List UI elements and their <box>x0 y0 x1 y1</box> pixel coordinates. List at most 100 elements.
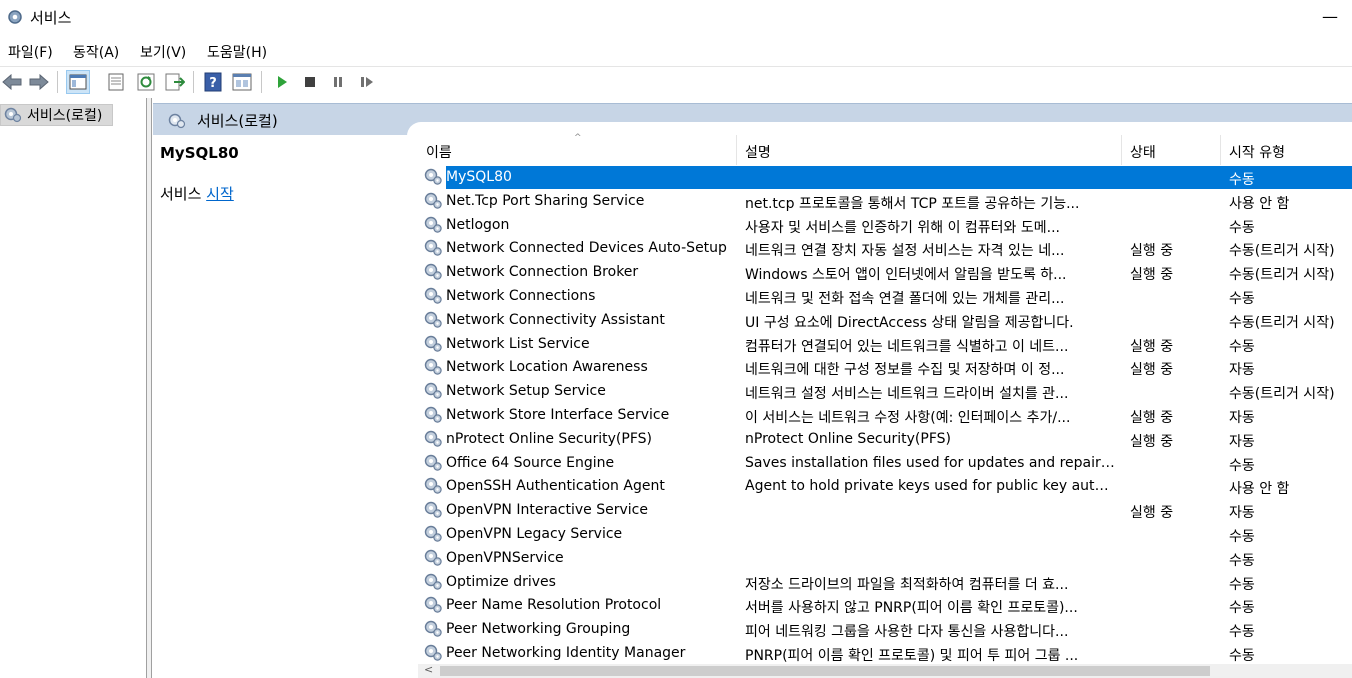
help-icon[interactable]: ? <box>201 70 225 94</box>
service-row[interactable]: OpenVPNService 수동 <box>418 547 1352 570</box>
service-startup-type: 자동 <box>1229 433 1255 450</box>
service-startup-type: 자동 <box>1229 505 1255 522</box>
show-hide-icon[interactable] <box>230 70 254 94</box>
scroll-left-icon[interactable]: < <box>424 663 433 676</box>
service-name: Peer Networking Identity Manager <box>446 645 686 661</box>
service-gear-icon <box>424 287 442 304</box>
title-bar: 서비스 — <box>0 0 1352 36</box>
properties-icon[interactable] <box>104 70 128 94</box>
service-row[interactable]: Optimize drives 저장소 드라이브의 파일을 최적화하여 컴퓨터를 … <box>418 571 1352 594</box>
stop-icon[interactable] <box>298 70 322 94</box>
service-gear-icon <box>424 192 442 209</box>
column-header-description[interactable]: 설명 <box>737 135 1122 165</box>
tree-item-services-local[interactable]: 서비스(로컬) <box>0 104 113 126</box>
service-row[interactable]: Network Location Awareness 네트워크에 대한 구성 정보… <box>418 356 1352 379</box>
pane-splitter[interactable] <box>147 98 152 678</box>
service-name: Optimize drives <box>446 573 556 590</box>
service-row[interactable]: Network Store Interface Service 이 서비스는 네트… <box>418 404 1352 427</box>
service-gear-icon <box>424 454 442 471</box>
service-row[interactable]: Net.Tcp Port Sharing Service net.tcp 프로토콜… <box>418 190 1352 213</box>
console-tree: 서비스(로컬) <box>0 98 147 678</box>
service-name: Network List Service <box>446 335 590 352</box>
service-name: Net.Tcp Port Sharing Service <box>446 192 645 209</box>
column-header-name[interactable]: 이름 ^ <box>418 133 737 165</box>
service-gear-icon <box>424 359 442 376</box>
service-row[interactable]: Office 64 Source Engine Saves installatio… <box>418 452 1352 475</box>
service-action: 서비스 시작 <box>160 183 234 204</box>
pause-icon[interactable] <box>326 70 350 94</box>
extended-tab-edge <box>407 122 1352 136</box>
scrollbar-thumb[interactable] <box>440 666 1210 676</box>
horizontal-scrollbar[interactable]: < <box>418 663 1352 678</box>
service-gear-icon <box>424 549 442 566</box>
service-gear-icon <box>424 216 442 233</box>
service-startup-type: 사용 안 함 <box>1229 481 1290 498</box>
service-row[interactable]: Peer Networking Identity Manager PNRP(피어 … <box>418 642 1352 665</box>
service-startup-type: 자동 <box>1229 362 1255 379</box>
service-description: PNRP(피어 이름 확인 프로토콜) 및 피어 투 피어 그룹 ... <box>745 648 1079 664</box>
service-row[interactable]: Network Connections 네트워크 및 전화 접속 연결 폴더에 있… <box>418 285 1352 308</box>
service-gear-icon <box>424 311 442 328</box>
service-gear-icon <box>424 406 442 423</box>
console-tree-icon[interactable] <box>66 70 90 94</box>
menu-action[interactable]: 동작(A) <box>73 42 119 62</box>
service-name: nProtect Online Security(PFS) <box>446 430 652 447</box>
service-name: Network Connectivity Assistant <box>446 311 665 328</box>
start-service-link[interactable]: 시작 <box>206 185 234 203</box>
service-row[interactable]: MySQL80 수동 <box>418 166 1352 189</box>
service-description: 네트워크 및 전화 접속 연결 폴더에 있는 개체를 관리... <box>745 291 1065 307</box>
service-row[interactable]: Network Setup Service 네트워크 설정 서비스는 네트워크 드… <box>418 380 1352 403</box>
play-icon[interactable] <box>270 70 294 94</box>
service-name: Network Location Awareness <box>446 359 648 376</box>
service-startup-type: 수동 <box>1229 648 1255 664</box>
service-row[interactable]: Network List Service 컴퓨터가 연결되어 있는 네트워크를 식… <box>418 333 1352 356</box>
service-status: 실행 중 <box>1130 338 1174 355</box>
service-row[interactable]: nProtect Online Security(PFS) nProtect On… <box>418 428 1352 451</box>
service-name: Network Connection Broker <box>446 264 639 281</box>
menu-file[interactable]: 파일(F) <box>8 42 53 62</box>
service-startup-type: 수동(트리거 시작) <box>1229 267 1335 284</box>
service-description: 네트워크 설정 서비스는 네트워크 드라이버 설치를 관... <box>745 386 1069 403</box>
service-row[interactable]: OpenVPN Legacy Service 수동 <box>418 523 1352 546</box>
service-startup-type: 수동(트리거 시작) <box>1229 243 1335 260</box>
service-description: 컴퓨터가 연결되어 있는 네트워크를 식별하고 이 네트... <box>745 338 1069 355</box>
service-description: 네트워크에 대한 구성 정보를 수집 및 저장하며 이 정... <box>745 362 1065 379</box>
service-name: Office 64 Source Engine <box>446 454 615 471</box>
service-row[interactable]: OpenSSH Authentication Agent Agent to hol… <box>418 475 1352 498</box>
service-gear-icon <box>424 240 442 257</box>
service-status: 실행 중 <box>1130 267 1174 284</box>
export-list-icon[interactable] <box>163 70 187 94</box>
menu-view[interactable]: 보기(V) <box>140 42 186 62</box>
service-startup-type: 수동 <box>1229 529 1255 545</box>
service-description: net.tcp 프로토콜을 통해서 TCP 포트를 공유하는 기능... <box>745 195 1080 212</box>
column-header-status[interactable]: 상태 <box>1122 135 1221 165</box>
service-startup-type: 수동 <box>1229 600 1255 617</box>
detail-pane: MySQL80 서비스 시작 <box>153 135 408 678</box>
service-row[interactable]: Network Connected Devices Auto-Setup 네트워크… <box>418 237 1352 260</box>
toolbar-separator <box>57 71 58 93</box>
service-row[interactable]: Network Connection Broker Windows 스토어 앱이 … <box>418 261 1352 284</box>
tree-item-label: 서비스(로컬) <box>27 108 103 124</box>
service-name: Network Setup Service <box>446 383 606 400</box>
service-row[interactable]: Network Connectivity Assistant UI 구성 요소에 … <box>418 309 1352 332</box>
service-row[interactable]: Peer Networking Grouping 피어 네트워킹 그룹을 사용한 … <box>418 618 1352 641</box>
service-gear-icon <box>424 335 442 352</box>
service-gear-icon <box>424 478 442 495</box>
service-row[interactable]: OpenVPN Interactive Service 실행 중 자동 <box>418 499 1352 522</box>
resume-icon[interactable] <box>355 70 379 94</box>
service-name: OpenVPN Interactive Service <box>446 502 648 519</box>
sort-ascending-icon: ^ <box>574 133 582 143</box>
column-header-startup-type[interactable]: 시작 유형 <box>1221 135 1352 165</box>
menu-help[interactable]: 도움말(H) <box>207 42 267 62</box>
minimize-button[interactable]: — <box>1310 0 1350 36</box>
service-startup-type: 수동 <box>1229 338 1255 355</box>
forward-arrow-icon[interactable] <box>27 70 51 94</box>
service-name: Peer Networking Grouping <box>446 621 631 638</box>
back-arrow-icon[interactable] <box>0 70 24 94</box>
service-row[interactable]: Netlogon 사용자 및 서비스를 인증하기 위해 이 컴퓨터와 도메... 수… <box>418 214 1352 237</box>
service-gear-icon <box>424 430 442 447</box>
service-name: OpenVPNService <box>446 549 564 566</box>
service-startup-type: 수동 <box>1229 172 1255 188</box>
service-row[interactable]: Peer Name Resolution Protocol 서버를 사용하지 않고… <box>418 594 1352 617</box>
refresh-icon[interactable] <box>134 70 158 94</box>
